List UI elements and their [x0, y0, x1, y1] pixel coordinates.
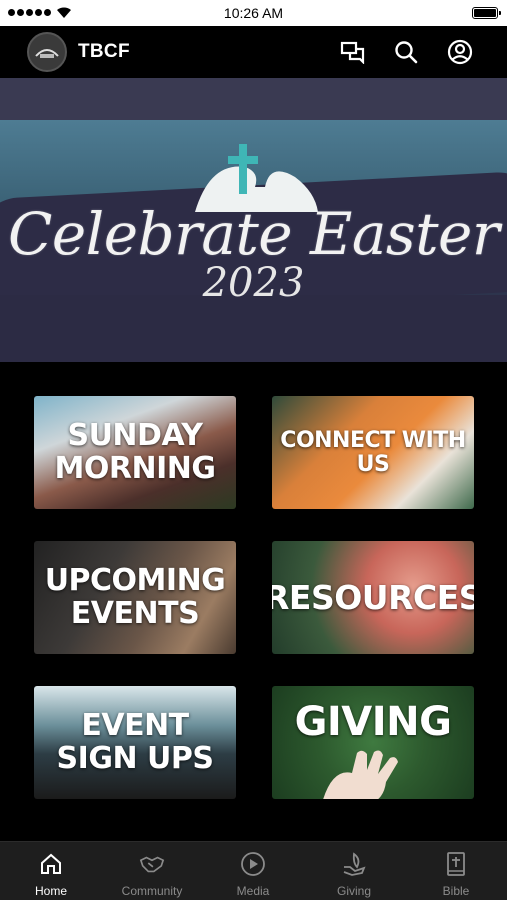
tab-community[interactable]: Community [102, 842, 202, 900]
tile-label: RESOURCES [272, 577, 474, 617]
logo-icon [35, 49, 59, 58]
tab-label: Giving [336, 884, 371, 898]
tile-giving[interactable]: GIVING [272, 686, 474, 799]
play-icon [241, 852, 265, 876]
tab-label: Media [236, 884, 270, 898]
app-header: TBCF [0, 26, 507, 78]
tile-upcoming-events[interactable]: UPCOMING EVENTS [34, 541, 236, 654]
search-button[interactable] [392, 38, 420, 66]
tile-label: GIVING [294, 698, 452, 745]
profile-icon [447, 39, 473, 65]
church-logo[interactable] [27, 32, 67, 72]
hand-image [323, 750, 398, 799]
status-bar: 10:26 AM [0, 0, 507, 26]
tab-media[interactable]: Media [203, 842, 303, 900]
tile-resources[interactable]: RESOURCES [272, 541, 474, 654]
tile-label: EVENT SIGN UPS [56, 708, 214, 776]
bottom-tab-bar: Home Community Media Giving Bible [0, 841, 507, 900]
chat-icon [340, 41, 365, 64]
search-icon [395, 41, 418, 64]
bible-icon [447, 852, 465, 876]
hero-banner[interactable]: Celebrate Easter 2023 [0, 120, 507, 362]
tile-label: CONNECT WITH US [280, 427, 466, 477]
status-time: 10:26 AM [223, 5, 284, 21]
tab-label: Bible [442, 884, 470, 898]
sub-header-bar [0, 78, 507, 120]
tile-label: SUNDAY MORNING [54, 418, 216, 486]
leaf-hand-icon [343, 852, 366, 876]
tab-home[interactable]: Home [1, 842, 101, 900]
tab-giving[interactable]: Giving [304, 842, 404, 900]
tab-bible[interactable]: Bible [406, 842, 506, 900]
tile-event-sign-ups[interactable]: EVENT SIGN UPS [34, 686, 236, 799]
hero-year: 2023 [202, 260, 305, 306]
tab-label: Community [121, 884, 183, 898]
tab-label: Home [34, 884, 67, 898]
app-title: TBCF [78, 41, 130, 62]
hero-headline: Celebrate Easter [7, 200, 500, 268]
battery-icon [472, 7, 501, 19]
tile-connect-with-us[interactable]: CONNECT WITH US [272, 396, 474, 509]
tile-label: UPCOMING EVENTS [44, 563, 226, 631]
tile-sunday-morning[interactable]: SUNDAY MORNING [34, 396, 236, 509]
chat-button[interactable] [339, 38, 367, 66]
handshake-icon [139, 856, 165, 873]
home-icon [41, 853, 61, 874]
profile-button[interactable] [446, 38, 474, 66]
